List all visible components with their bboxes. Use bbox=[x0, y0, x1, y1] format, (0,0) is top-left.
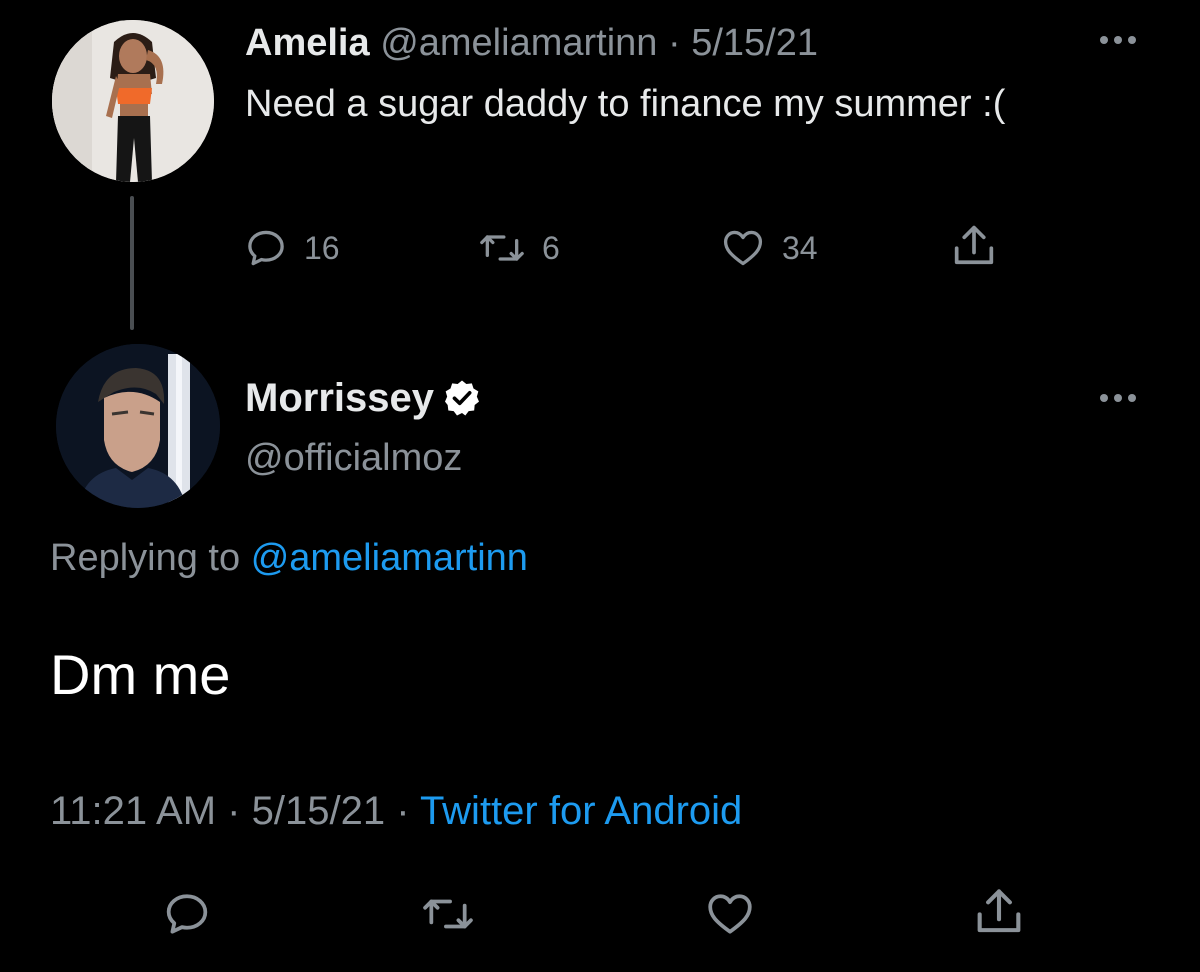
more-options-icon[interactable] bbox=[1096, 32, 1140, 48]
share-icon bbox=[977, 889, 1021, 933]
meta-separator: · bbox=[396, 789, 410, 833]
reply-avatar[interactable] bbox=[56, 344, 220, 508]
retweet-icon bbox=[480, 235, 524, 261]
parent-share-button[interactable] bbox=[948, 222, 1000, 270]
avatar-photo-icon bbox=[56, 344, 220, 508]
retweet-icon bbox=[423, 899, 473, 929]
tweet-date[interactable]: 5/15/21 bbox=[252, 789, 385, 833]
meta-separator: · bbox=[227, 789, 241, 833]
parent-reply-button[interactable]: 16 bbox=[244, 224, 340, 272]
reply-icon bbox=[166, 894, 208, 934]
like-button[interactable] bbox=[704, 890, 756, 938]
tweet-source-link[interactable]: Twitter for Android bbox=[420, 789, 742, 833]
retweet-count: 6 bbox=[542, 230, 560, 266]
parent-author-handle[interactable]: @ameliamartinn bbox=[380, 22, 657, 64]
parent-author-name[interactable]: Amelia bbox=[245, 22, 370, 64]
like-icon bbox=[723, 230, 763, 266]
tweet-time[interactable]: 11:21 AM bbox=[50, 789, 216, 833]
replying-to-handle-link[interactable]: @ameliamartinn bbox=[251, 537, 528, 579]
meta-separator: · bbox=[667, 22, 681, 64]
verified-badge-icon bbox=[444, 380, 479, 416]
parent-like-button[interactable]: 34 bbox=[720, 224, 818, 272]
tweet-meta-footer: 11:21 AM · 5/15/21 · Twitter for Android bbox=[50, 784, 742, 838]
thread-connector-line bbox=[130, 196, 134, 330]
avatar-photo-icon bbox=[52, 20, 214, 182]
replying-to-line: Replying to @ameliamartinn bbox=[50, 530, 528, 586]
reply-author-name-row: Morrissey bbox=[245, 374, 482, 422]
reply-count: 16 bbox=[304, 230, 340, 266]
reply-author-handle[interactable]: @officialmoz bbox=[245, 434, 462, 482]
parent-retweet-button[interactable]: 6 bbox=[478, 224, 560, 272]
parent-tweet-date[interactable]: 5/15/21 bbox=[691, 22, 818, 64]
parent-tweet-text: Need a sugar daddy to finance my summer … bbox=[245, 83, 1006, 125]
reply-tweet-text: Dm me bbox=[50, 643, 231, 706]
like-count: 34 bbox=[782, 230, 818, 266]
retweet-button[interactable] bbox=[420, 890, 476, 938]
parent-tweet-header: Amelia @ameliamartinn · 5/15/21 bbox=[245, 20, 818, 66]
like-icon bbox=[708, 894, 752, 934]
reply-icon bbox=[248, 230, 284, 266]
replying-to-label: Replying to bbox=[50, 537, 241, 579]
share-button[interactable] bbox=[970, 888, 1028, 936]
reply-author-name[interactable]: Morrissey bbox=[245, 374, 434, 422]
more-options-icon[interactable] bbox=[1096, 390, 1140, 406]
share-icon bbox=[954, 225, 994, 265]
parent-avatar[interactable] bbox=[52, 20, 214, 182]
reply-button[interactable] bbox=[162, 890, 212, 938]
